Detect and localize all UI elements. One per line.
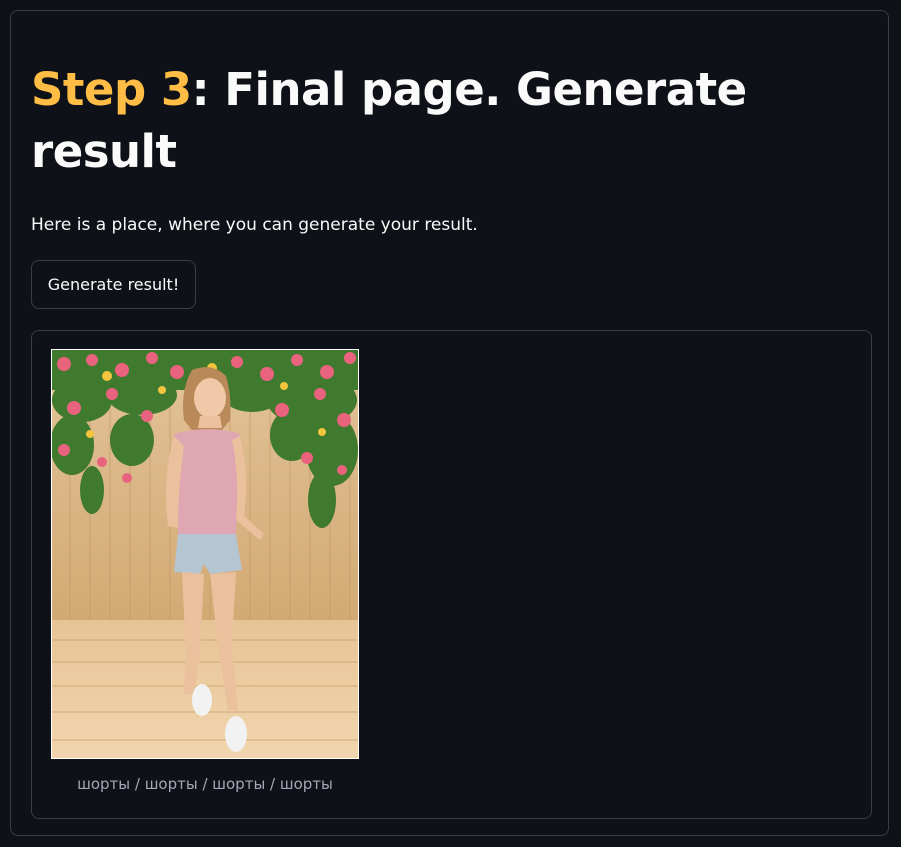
image-caption: шорты / шорты / шорты / шорты [77, 775, 333, 793]
page-title: Step 3: Final page. Generate result [31, 59, 791, 183]
result-panel: шорты / шорты / шорты / шорты [31, 330, 872, 819]
main-container: Step 3: Final page. Generate result Here… [10, 10, 889, 836]
page-description: Here is a place, where you can generate … [31, 215, 478, 235]
title-step-label: Step 3 [31, 63, 192, 116]
result-image[interactable] [51, 349, 359, 759]
generate-result-button[interactable]: Generate result! [31, 260, 196, 309]
